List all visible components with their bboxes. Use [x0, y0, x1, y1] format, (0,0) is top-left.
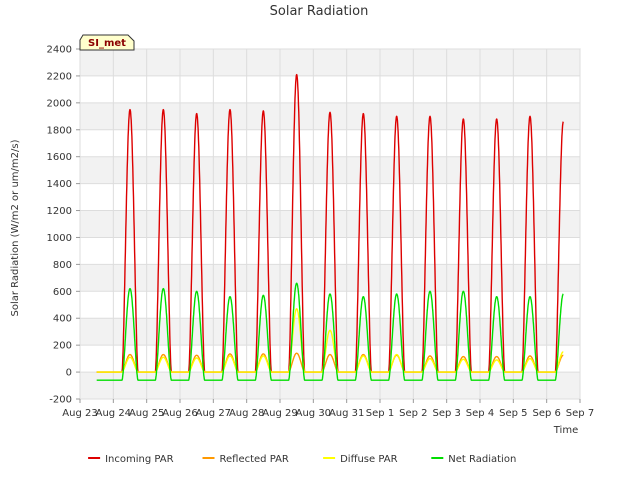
- legend-item-0: Incoming PAR: [88, 454, 174, 465]
- y-axis-ticks: -200 0 200 400 600 800 1000 1200 1400 1600 1800 200…: [47, 45, 80, 406]
- y-tick-label: 1000: [47, 233, 72, 244]
- legend-label: Net Radiation: [448, 454, 516, 465]
- x-axis-label: Time: [553, 425, 578, 436]
- legend-label: Incoming PAR: [105, 454, 174, 465]
- y-tick-label: 400: [53, 314, 72, 325]
- x-tick-label: Sep 5: [499, 408, 527, 419]
- y-tick-label: 800: [53, 260, 72, 271]
- x-tick-label: Sep 7: [566, 408, 594, 419]
- grid-band: [80, 49, 580, 76]
- station-badge-label: SI_met: [88, 38, 126, 49]
- x-tick-label: Aug 25: [129, 408, 164, 419]
- y-tick-label: 1400: [47, 179, 72, 190]
- legend-label: Diffuse PAR: [340, 454, 397, 465]
- x-tick-label: Aug 29: [262, 408, 297, 419]
- solar-radiation-chart: Solar Radiation -200 0 200 400 600 800 1000 120…: [10, 4, 594, 465]
- y-tick-label: 600: [53, 287, 72, 298]
- y-tick-label: 1200: [47, 206, 72, 217]
- x-tick-label: Aug 31: [329, 408, 364, 419]
- x-tick-label: Aug 23: [62, 408, 97, 419]
- x-axis-ticks: Aug 23Aug 24Aug 25Aug 26Aug 27Aug 28Aug …: [62, 399, 594, 419]
- grid-band: [80, 210, 580, 238]
- y-tick-label: 1600: [47, 152, 72, 163]
- legend-label: Reflected PAR: [220, 454, 289, 465]
- legend-item-2: Diffuse PAR: [323, 454, 398, 465]
- x-tick-label: Aug 27: [196, 408, 231, 419]
- grid-band: [80, 156, 580, 184]
- y-tick-label: 0: [66, 368, 72, 379]
- grid-band: [80, 102, 580, 130]
- y-tick-label: 1800: [47, 125, 72, 136]
- x-tick-label: Sep 6: [532, 408, 560, 419]
- x-tick-label: Aug 24: [96, 408, 131, 419]
- x-tick-label: Aug 30: [296, 408, 331, 419]
- x-tick-label: Aug 26: [162, 408, 197, 419]
- x-tick-label: Sep 1: [366, 408, 394, 419]
- y-tick-label: 200: [53, 341, 72, 352]
- x-tick-label: Sep 2: [399, 408, 427, 419]
- legend-item-1: Reflected PAR: [202, 454, 289, 465]
- x-tick-label: Aug 28: [229, 408, 264, 419]
- y-tick-label: 2400: [47, 45, 72, 56]
- x-tick-label: Sep 3: [432, 408, 460, 419]
- legend: Incoming PAR Reflected PAR Diffuse PAR Net …: [88, 454, 516, 465]
- y-tick-label: -200: [49, 395, 72, 406]
- station-badge: SI_met: [79, 34, 135, 51]
- grid-band: [80, 318, 580, 346]
- legend-item-3: Net Radiation: [431, 454, 516, 465]
- y-axis-label: Solar Radiation (W/m2 or um/m2/s): [10, 139, 21, 316]
- grid-band: [80, 372, 580, 399]
- grid-band: [80, 264, 580, 292]
- x-tick-label: Sep 4: [466, 408, 494, 419]
- y-tick-label: 2000: [47, 98, 72, 109]
- chart-title: Solar Radiation: [270, 4, 369, 19]
- y-tick-label: 2200: [47, 71, 72, 82]
